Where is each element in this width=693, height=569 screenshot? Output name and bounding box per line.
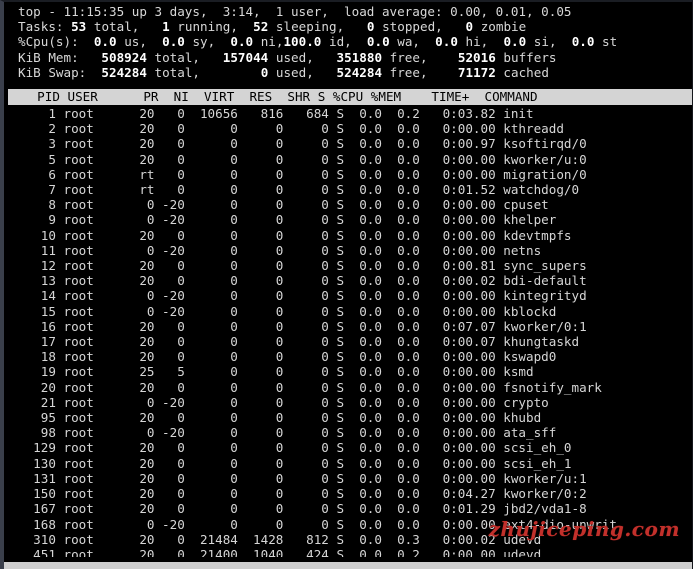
- table-row[interactable]: 15 root 0 -20 0 0 0 S 0.0 0.0 0:00.00 kb…: [4, 304, 692, 319]
- tasks-total-label: total,: [93, 19, 140, 35]
- cpu-sy-label: sy,: [192, 34, 216, 50]
- cpu-si-value: 0.0: [503, 34, 527, 50]
- cpu-si-label: si,: [533, 34, 557, 50]
- table-row[interactable]: 13 root 20 0 0 0 0 S 0.0 0.0 0:00.02 bdi…: [4, 273, 692, 288]
- table-row[interactable]: 7 root rt 0 0 0 0 S 0.0 0.0 0:01.52 watc…: [4, 182, 692, 197]
- table-row[interactable]: 10 root 20 0 0 0 0 S 0.0 0.0 0:00.00 kde…: [4, 228, 692, 243]
- process-table-header: PID USER PR NI VIRT RES SHR S %CPU %MEM …: [8, 89, 692, 106]
- table-row[interactable]: 20 root 20 0 0 0 0 S 0.0 0.0 0:00.00 fsn…: [4, 380, 692, 395]
- tasks-stopped-label: stopped,: [382, 19, 443, 35]
- swap-total-value: 524284: [101, 64, 147, 80]
- swap-line: KiB Swap: 524284 total, 0 used, 524284 f…: [4, 65, 692, 80]
- table-row[interactable]: 12 root 20 0 0 0 0 S 0.0 0.0 0:00.81 syn…: [4, 258, 692, 273]
- terminal-window[interactable]: top - 11:15:35 up 3 days, 3:14, 1 user, …: [0, 0, 693, 569]
- swap-total-label: total,: [154, 64, 201, 80]
- table-row[interactable]: 310 root 20 0 21484 1428 812 S 0.0 0.3 0…: [4, 532, 692, 547]
- table-row[interactable]: 150 root 20 0 0 0 0 S 0.0 0.0 0:04.27 kw…: [4, 486, 692, 501]
- table-row[interactable]: 3 root 20 0 0 0 0 S 0.0 0.0 0:00.97 ksof…: [4, 136, 692, 151]
- table-row[interactable]: 18 root 20 0 0 0 0 S 0.0 0.0 0:00.00 ksw…: [4, 349, 692, 364]
- table-row[interactable]: 130 root 20 0 0 0 0 S 0.0 0.0 0:00.00 sc…: [4, 456, 692, 471]
- table-row[interactable]: 167 root 20 0 0 0 0 S 0.0 0.0 0:01.29 jb…: [4, 501, 692, 516]
- mem-line: KiB Mem: 508924 total, 157044 used, 3518…: [4, 50, 692, 65]
- table-row[interactable]: 131 root 20 0 0 0 0 S 0.0 0.0 0:00.00 kw…: [4, 471, 692, 486]
- cpu-us-label: us,: [124, 34, 147, 50]
- summary-table-spacer: [4, 80, 692, 89]
- swap-label: KiB Swap:: [18, 64, 87, 80]
- mem-label: KiB Mem:: [18, 49, 79, 65]
- cpu-wa-label: wa,: [397, 34, 420, 50]
- terminal-screen[interactable]: top - 11:15:35 up 3 days, 3:14, 1 user, …: [4, 2, 692, 557]
- cpu-id-label: id,: [328, 34, 352, 50]
- cpu-ni-value: 0.0: [230, 34, 254, 50]
- cpu-st-value: 0.0: [571, 34, 595, 50]
- uptime-line-text: top - 11:15:35 up 3 days, 3:14, 1 user, …: [18, 4, 572, 19]
- table-row[interactable]: 168 root 0 -20 0 0 0 S 0.0 0.0 0:00.00 e…: [4, 517, 692, 532]
- tasks-line: Tasks: 53 total, 1 running, 52 sleeping,…: [4, 19, 692, 34]
- swap-cached-value: 71172: [457, 64, 496, 80]
- top-summary-block: top - 11:15:35 up 3 days, 3:14, 1 user, …: [4, 4, 692, 80]
- cpu-hi-label: hi,: [465, 34, 489, 50]
- table-row[interactable]: 19 root 25 5 0 0 0 S 0.0 0.0 0:00.00 ksm…: [4, 364, 692, 379]
- mem-used-value: 157044: [222, 49, 269, 65]
- cpu-label: %Cpu(s):: [18, 34, 79, 50]
- table-row[interactable]: 21 root 0 -20 0 0 0 S 0.0 0.0 0:00.00 cr…: [4, 395, 692, 410]
- cpu-st-label: st: [602, 34, 618, 50]
- table-row[interactable]: 9 root 0 -20 0 0 0 S 0.0 0.0 0:00.00 khe…: [4, 212, 692, 227]
- tasks-total-value: 53: [71, 19, 87, 35]
- table-row[interactable]: 14 root 0 -20 0 0 0 S 0.0 0.0 0:00.00 ki…: [4, 288, 692, 303]
- process-table-body: 1 root 20 0 10656 816 684 S 0.0 0.2 0:03…: [4, 106, 692, 557]
- swap-free-value: 524284: [336, 64, 383, 80]
- swap-free-label: free,: [389, 64, 428, 80]
- mem-total-label: total,: [154, 49, 201, 65]
- mem-free-value: 351880: [336, 49, 383, 65]
- table-row[interactable]: 16 root 20 0 0 0 0 S 0.0 0.0 0:07.07 kwo…: [4, 319, 692, 334]
- tasks-sleeping-label: sleeping,: [275, 19, 345, 35]
- table-row[interactable]: 98 root 0 -20 0 0 0 S 0.0 0.0 0:00.00 at…: [4, 425, 692, 440]
- process-table: PID USER PR NI VIRT RES SHR S %CPU %MEM …: [4, 89, 692, 557]
- swap-cached-label: cached: [503, 64, 549, 80]
- mem-buffers-label: buffers: [503, 49, 557, 65]
- mem-free-label: free,: [389, 49, 428, 65]
- table-row[interactable]: 95 root 20 0 0 0 0 S 0.0 0.0 0:00.00 khu…: [4, 410, 692, 425]
- cpu-us-value: 0.0: [93, 34, 117, 50]
- window-bottom-strip: [4, 562, 692, 569]
- table-row[interactable]: 8 root 0 -20 0 0 0 S 0.0 0.0 0:00.00 cpu…: [4, 197, 692, 212]
- tasks-running-label: running,: [177, 19, 238, 35]
- tasks-stopped-value: 0: [366, 19, 375, 35]
- uptime-line: top - 11:15:35 up 3 days, 3:14, 1 user, …: [4, 4, 692, 19]
- table-row[interactable]: 2 root 20 0 0 0 0 S 0.0 0.0 0:00.00 kthr…: [4, 121, 692, 136]
- cpu-sy-value: 0.0: [162, 34, 185, 50]
- table-row[interactable]: 6 root rt 0 0 0 0 S 0.0 0.0 0:00.00 migr…: [4, 167, 692, 182]
- cpu-ni-label: ni,: [260, 34, 284, 50]
- table-row[interactable]: 17 root 20 0 0 0 0 S 0.0 0.0 0:00.07 khu…: [4, 334, 692, 349]
- cpu-wa-value: 0.0: [366, 34, 390, 50]
- cpu-hi-value: 0.0: [435, 34, 458, 50]
- mem-used-label: used,: [275, 49, 314, 65]
- cpu-id-value: 100.0: [283, 34, 322, 50]
- table-row[interactable]: 5 root 20 0 0 0 0 S 0.0 0.0 0:00.00 kwor…: [4, 152, 692, 167]
- swap-used-label: used,: [275, 64, 314, 80]
- mem-total-value: 508924: [101, 49, 147, 65]
- tasks-running-value: 1: [162, 19, 170, 35]
- cpu-line: %Cpu(s): 0.0 us, 0.0 sy, 0.0 ni,100.0 id…: [4, 34, 692, 49]
- tasks-zombie-value: 0: [465, 19, 474, 35]
- table-row[interactable]: 11 root 0 -20 0 0 0 S 0.0 0.0 0:00.00 ne…: [4, 243, 692, 258]
- tasks-label: Tasks:: [18, 19, 64, 35]
- mem-buffers-value: 52016: [457, 49, 496, 65]
- tasks-zombie-label: zombie: [480, 19, 527, 35]
- table-row[interactable]: 1 root 20 0 10656 816 684 S 0.0 0.2 0:03…: [4, 106, 692, 121]
- tasks-sleeping-value: 52: [253, 19, 269, 35]
- table-row[interactable]: 129 root 20 0 0 0 0 S 0.0 0.0 0:00.00 sc…: [4, 440, 692, 455]
- table-row[interactable]: 451 root 20 0 21400 1040 424 S 0.0 0.2 0…: [4, 547, 692, 557]
